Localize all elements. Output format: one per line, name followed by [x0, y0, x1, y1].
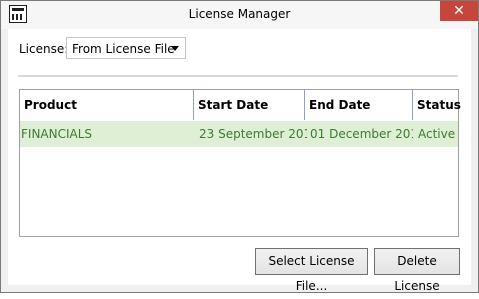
license-dropdown[interactable]: From License File: [66, 37, 186, 59]
column-header-end-date[interactable]: End Date: [305, 90, 413, 120]
license-table: Product Start Date End Date Status FINAN…: [19, 89, 461, 237]
window-title: License Manager: [188, 7, 291, 21]
cell-start-date: 23 September 2015: [199, 127, 307, 141]
client-area: License: From License File Product Start…: [8, 29, 471, 293]
select-license-file-button[interactable]: Select License File...: [255, 248, 368, 293]
cell-product: FINANCIALS: [21, 127, 93, 141]
chevron-down-icon: [171, 46, 179, 51]
column-header-start-date[interactable]: Start Date: [194, 90, 305, 120]
license-manager-window: License Manager ✕ License: From License …: [0, 0, 479, 293]
license-dropdown-value: From License File: [72, 42, 175, 56]
license-label: License:: [19, 42, 69, 56]
table-header: Product Start Date End Date Status: [20, 90, 461, 120]
column-header-status[interactable]: Status: [413, 90, 461, 120]
title-bar[interactable]: License Manager ✕: [1, 1, 478, 29]
close-button[interactable]: ✕: [440, 1, 478, 21]
close-icon: ✕: [453, 3, 465, 19]
separator: [18, 75, 458, 78]
cell-status: Active: [418, 127, 456, 141]
cell-end-date: 01 December 2015: [310, 127, 413, 141]
table-row[interactable]: FINANCIALS 23 September 2015 01 December…: [20, 121, 458, 147]
column-header-product[interactable]: Product: [20, 90, 194, 120]
delete-license-button[interactable]: Delete License: [374, 248, 460, 293]
